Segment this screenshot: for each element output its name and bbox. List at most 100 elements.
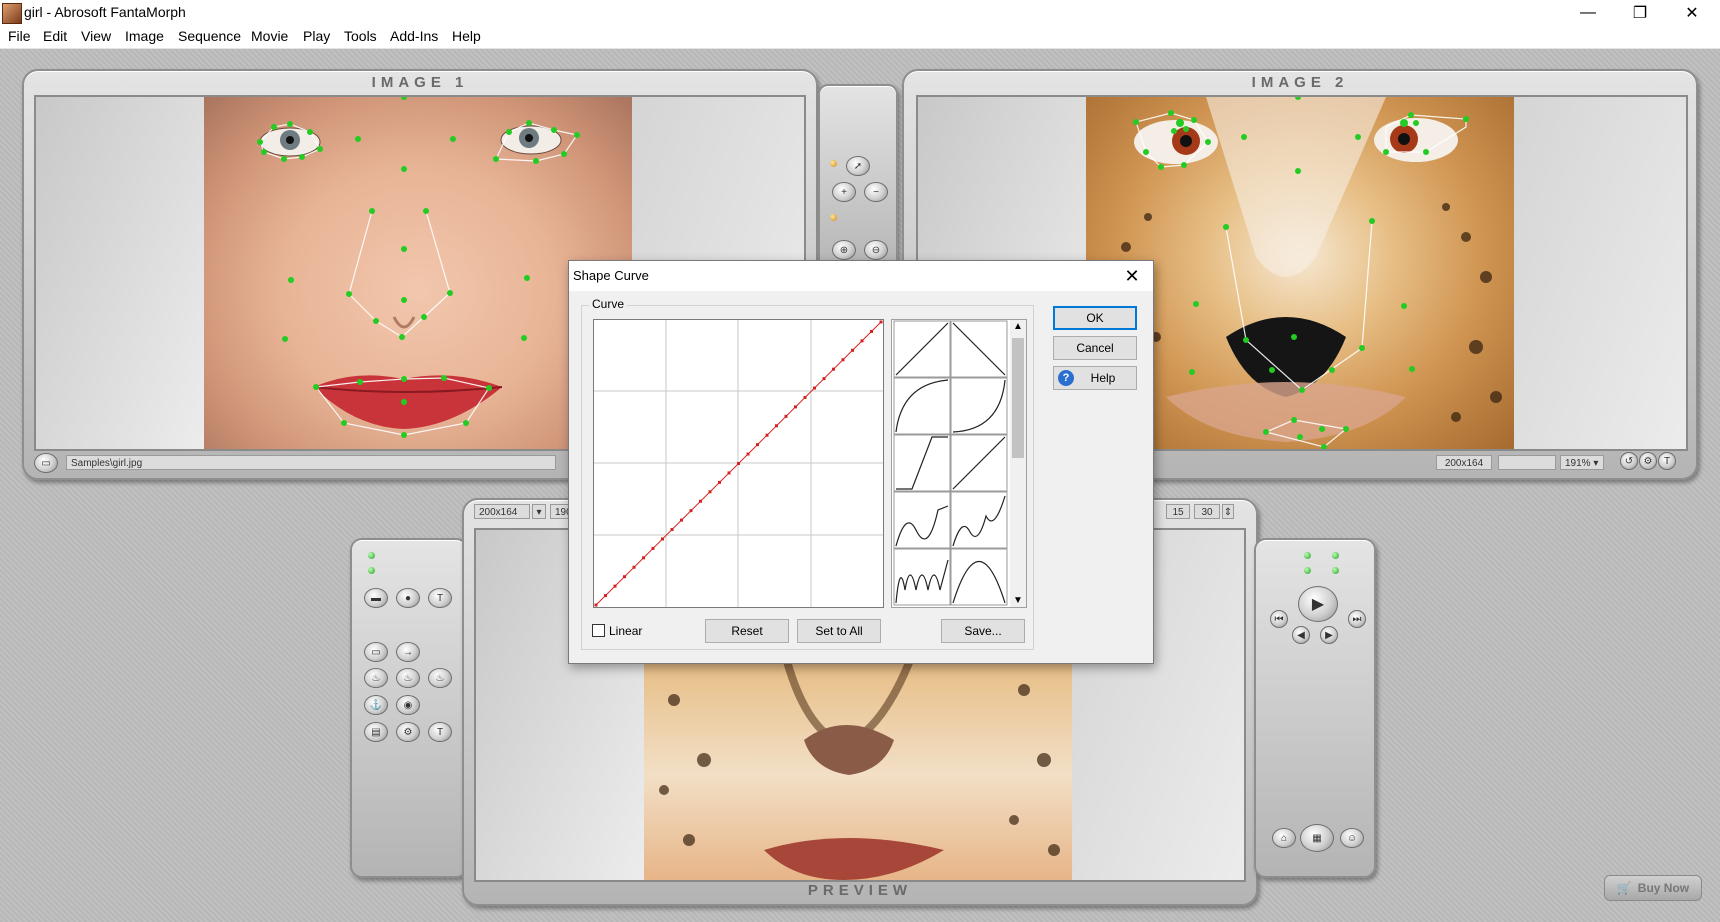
- add-point-button[interactable]: +: [832, 182, 856, 202]
- indicator-led: [1332, 567, 1339, 574]
- curve-point[interactable]: [870, 329, 873, 333]
- curve-point[interactable]: [794, 405, 797, 409]
- curve-point[interactable]: [775, 424, 778, 428]
- curve-point[interactable]: [813, 386, 816, 390]
- first-frame-button[interactable]: ⏮: [1270, 610, 1288, 628]
- gear-icon: ⚙: [1643, 455, 1653, 467]
- curve-point[interactable]: [841, 358, 845, 362]
- curve-point[interactable]: [832, 367, 835, 371]
- remove-point-button[interactable]: −: [864, 182, 888, 202]
- window-title: girl - Abrosoft FantaMorph: [24, 4, 186, 20]
- tool-button-3[interactable]: T: [428, 588, 452, 608]
- tool-button-13[interactable]: T: [428, 722, 452, 742]
- menu-sequence[interactable]: Sequence: [178, 28, 241, 44]
- curve-point[interactable]: [642, 556, 645, 560]
- curve-point[interactable]: [851, 348, 854, 352]
- preview-frame-a[interactable]: 15: [1166, 504, 1190, 519]
- frame-spinner[interactable]: ⇕: [1222, 504, 1234, 519]
- share-button[interactable]: ☺: [1340, 828, 1364, 848]
- menu-tools[interactable]: Tools: [344, 28, 377, 44]
- curve-point[interactable]: [699, 499, 702, 503]
- curve-point[interactable]: [737, 462, 740, 465]
- image2-zoom-select[interactable]: 191% ▾: [1560, 455, 1604, 470]
- menu-file[interactable]: File: [8, 28, 31, 44]
- tool-button-4[interactable]: ▭: [364, 642, 388, 662]
- curve-point[interactable]: [613, 584, 617, 588]
- curve-preset-thumbnails[interactable]: [892, 320, 1012, 607]
- tool-button-7[interactable]: ♨: [396, 668, 420, 688]
- tool-button-2[interactable]: ●: [396, 588, 420, 608]
- scrollbar-thumb[interactable]: [1012, 338, 1024, 458]
- tool-button-9[interactable]: ⚓: [364, 695, 388, 715]
- tool-button-10[interactable]: ◉: [396, 695, 420, 715]
- play-button[interactable]: ▶: [1298, 586, 1338, 622]
- tool-button-12[interactable]: ⚙: [396, 722, 420, 742]
- curve-point[interactable]: [822, 377, 826, 381]
- menu-add-ins[interactable]: Add-Ins: [390, 28, 438, 44]
- curve-point[interactable]: [803, 395, 807, 399]
- curve-point[interactable]: [765, 433, 769, 437]
- close-button[interactable]: ✕: [1666, 0, 1718, 26]
- curve-point[interactable]: [756, 443, 759, 447]
- preview-frame-b[interactable]: 30: [1194, 504, 1220, 519]
- tool-button-6[interactable]: ♨: [364, 668, 388, 688]
- buy-now-button[interactable]: 🛒 Buy Now: [1604, 875, 1702, 901]
- curve-editor[interactable]: [593, 319, 884, 608]
- prev-frame-button[interactable]: ◀: [1292, 626, 1310, 644]
- curve-point[interactable]: [651, 546, 655, 550]
- save-button[interactable]: Save...: [941, 619, 1025, 643]
- curve-point[interactable]: [746, 452, 750, 456]
- curve-point[interactable]: [594, 603, 598, 607]
- step-forward-icon: ▶: [1325, 629, 1333, 641]
- tool-button-5[interactable]: →: [396, 642, 420, 662]
- tool-button-8[interactable]: ♨: [428, 668, 452, 688]
- image2-rotate-button[interactable]: ↺: [1620, 452, 1638, 470]
- last-frame-button[interactable]: ⏭: [1348, 610, 1366, 628]
- zoom-out-button[interactable]: ⊖: [864, 240, 888, 260]
- select-tool-button[interactable]: ➚: [846, 156, 870, 176]
- curve-point[interactable]: [860, 339, 864, 343]
- preview-size-dropdown[interactable]: ▾: [532, 504, 546, 519]
- menu-image[interactable]: Image: [125, 28, 164, 44]
- curve-point[interactable]: [604, 594, 607, 598]
- tool-button-1[interactable]: ▬: [364, 588, 388, 608]
- curve-point[interactable]: [623, 575, 626, 579]
- curve-presets-list[interactable]: ▲ ▼: [891, 319, 1027, 608]
- curve-point[interactable]: [708, 490, 712, 494]
- tool-button-11[interactable]: ▤: [364, 722, 388, 742]
- scroll-down-icon[interactable]: ▼: [1013, 595, 1023, 606]
- curve-point[interactable]: [718, 480, 721, 484]
- ok-button[interactable]: OK: [1053, 306, 1137, 330]
- curve-point[interactable]: [680, 518, 683, 522]
- reset-button[interactable]: Reset: [705, 619, 789, 643]
- curve-point[interactable]: [879, 320, 883, 324]
- cancel-button[interactable]: Cancel: [1053, 336, 1137, 360]
- export-button[interactable]: ⌂: [1272, 828, 1296, 848]
- menu-edit[interactable]: Edit: [43, 28, 67, 44]
- curve-point[interactable]: [784, 414, 788, 418]
- movie-button[interactable]: ▦: [1300, 824, 1334, 852]
- menu-play[interactable]: Play: [303, 28, 330, 44]
- curve-point[interactable]: [727, 471, 731, 475]
- set-to-all-button[interactable]: Set to All: [797, 619, 881, 643]
- image2-text-button[interactable]: T: [1658, 452, 1676, 470]
- image1-load-button[interactable]: ▭: [34, 453, 58, 473]
- image2-settings-button[interactable]: ⚙: [1639, 452, 1657, 470]
- menu-movie[interactable]: Movie: [251, 28, 288, 44]
- curve-point[interactable]: [689, 509, 693, 513]
- linear-checkbox[interactable]: [592, 624, 605, 637]
- zoom-in-button[interactable]: ⊕: [832, 240, 856, 260]
- curve-point[interactable]: [632, 565, 636, 569]
- menu-help[interactable]: Help: [452, 28, 481, 44]
- help-button[interactable]: ? Help: [1053, 366, 1137, 390]
- curve-point[interactable]: [670, 528, 674, 532]
- dialog-close-button[interactable]: ✕: [1119, 263, 1145, 289]
- next-frame-button[interactable]: ▶: [1320, 626, 1338, 644]
- minimize-button[interactable]: —: [1562, 0, 1614, 26]
- curve-point[interactable]: [661, 537, 664, 541]
- scroll-up-icon[interactable]: ▲: [1013, 321, 1023, 332]
- restore-button[interactable]: ❐: [1614, 0, 1666, 26]
- preset-scrollbar[interactable]: ▲ ▼: [1010, 320, 1026, 607]
- zoom-value: 191%: [1565, 458, 1591, 469]
- menu-view[interactable]: View: [81, 28, 111, 44]
